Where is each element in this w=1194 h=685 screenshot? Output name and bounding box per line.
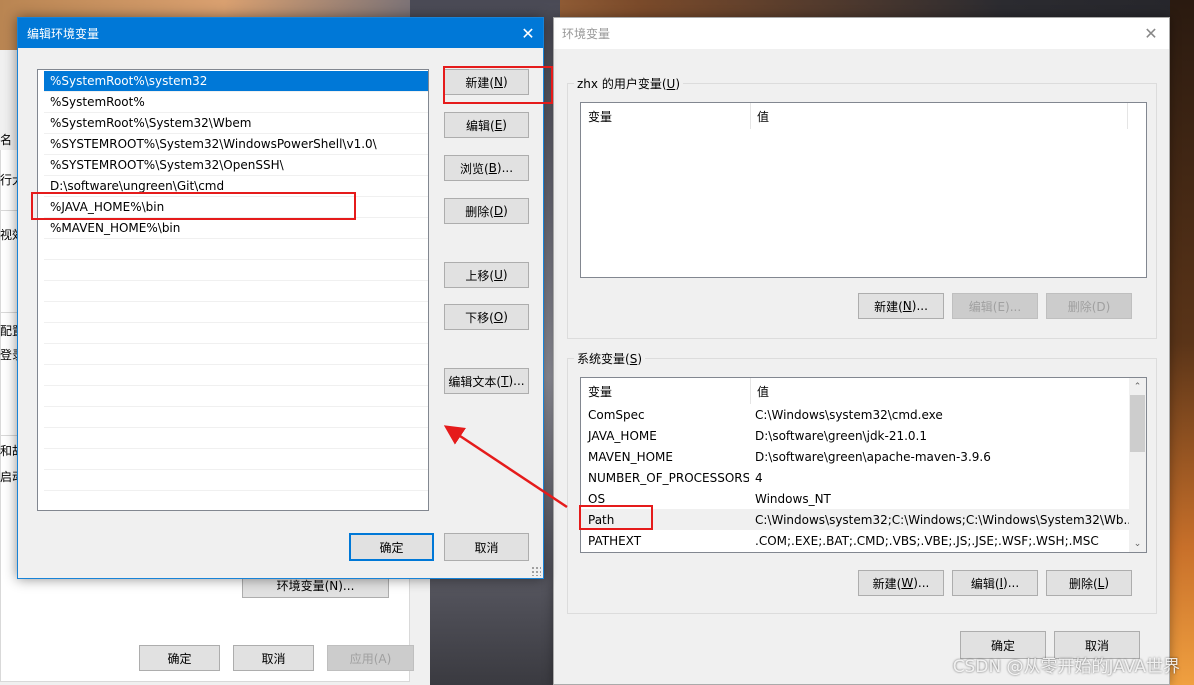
user-variables-group: zhx 的用户变量(U) 变量 值 新建(N)... 编辑(E)... 删除(D… (567, 75, 1157, 339)
empty-entry-row[interactable] (44, 323, 428, 344)
system-delete-button[interactable]: 删除(L) (1046, 570, 1132, 596)
path-entry[interactable]: %JAVA_HOME%\bin (44, 197, 428, 218)
variable-name: JAVA_HOME (588, 428, 657, 443)
system-variables-label: 系统变量(S) (574, 350, 645, 367)
system-variable-row[interactable]: NUMBER_OF_PROCESSORS 4 (581, 467, 1129, 488)
column-header-name[interactable]: 变量 (581, 103, 751, 129)
close-icon: ✕ (521, 23, 535, 43)
user-variables-label: zhx 的用户变量(U) (574, 75, 683, 92)
empty-entry-row[interactable] (44, 239, 428, 260)
edit-entry-button[interactable]: 编辑(E) (444, 112, 529, 138)
move-down-button[interactable]: 下移(O) (444, 304, 529, 330)
scroll-down-icon[interactable]: ⌄ (1129, 535, 1146, 552)
sysprops-cancel-button[interactable]: 取消 (233, 645, 314, 671)
scroll-up-icon[interactable]: ⌃ (1129, 378, 1146, 395)
variable-value: D:\software\green\apache-maven-3.9.6 (755, 449, 991, 464)
env-dialog-title: 环境变量 (562, 27, 611, 41)
column-header-value[interactable]: 值 (751, 103, 1128, 129)
edit-dialog-close-button[interactable]: ✕ (513, 18, 543, 48)
edit-cancel-button[interactable]: 取消 (444, 533, 529, 561)
edit-text-button[interactable]: 编辑文本(T)... (444, 368, 529, 394)
empty-entry-row[interactable] (44, 428, 428, 449)
system-variable-row[interactable]: PATHEXT .COM;.EXE;.BAT;.CMD;.VBS;.VBE;.JS… (581, 530, 1129, 551)
empty-entry-row[interactable] (44, 449, 428, 470)
variable-name: ComSpec (588, 407, 645, 422)
list-header: 变量 值 (581, 378, 1129, 404)
column-header-name[interactable]: 变量 (581, 378, 751, 404)
system-variable-row[interactable]: MAVEN_HOME D:\software\green\apache-maven… (581, 446, 1129, 467)
path-entry[interactable]: %SYSTEMROOT%\System32\OpenSSH\ (44, 155, 428, 176)
empty-entry-row[interactable] (44, 344, 428, 365)
scrollbar-thumb[interactable] (1130, 395, 1145, 452)
watermark: CSDN @从零开始的JAVA世界 (952, 657, 1180, 677)
sysprops-apply-button: 应用(A) (327, 645, 414, 671)
list-header: 变量 值 (581, 103, 1146, 129)
variable-value: D:\software\green\jdk-21.0.1 (755, 428, 928, 443)
empty-entry-row[interactable] (44, 491, 428, 510)
variable-name: Path (588, 512, 615, 527)
edit-ok-button[interactable]: 确定 (349, 533, 434, 561)
system-variable-row[interactable]: ComSpec C:\Windows\system32\cmd.exe (581, 404, 1129, 425)
column-header-value[interactable]: 值 (751, 378, 1129, 404)
variable-name: OS (588, 491, 606, 506)
path-entry[interactable]: D:\software\ungreen\Git\cmd (44, 176, 428, 197)
resize-grip[interactable] (531, 566, 541, 576)
sysprops-ok-button[interactable]: 确定 (139, 645, 220, 671)
env-dialog-close-button[interactable]: ✕ (1139, 18, 1163, 49)
variable-value: Windows_NT (755, 491, 831, 506)
variable-value: .COM;.EXE;.BAT;.CMD;.VBS;.VBE;.JS;.JSE;.… (755, 533, 1099, 548)
empty-entry-row[interactable] (44, 260, 428, 281)
variable-name: NUMBER_OF_PROCESSORS (588, 470, 749, 485)
path-entry[interactable]: %SystemRoot%\System32\Wbem (44, 113, 428, 134)
system-variable-row[interactable]: JAVA_HOME D:\software\green\jdk-21.0.1 (581, 425, 1129, 446)
system-variables-group: 系统变量(S) 变量 值 ComSpec C:\Windows\system32\… (567, 350, 1157, 614)
empty-entry-row[interactable] (44, 470, 428, 491)
empty-entry-row[interactable] (44, 302, 428, 323)
edit-environment-variable-dialog: 编辑环境变量 ✕ %SystemRoot%\system32 %SystemRoo… (17, 17, 544, 579)
empty-entry-row[interactable] (44, 281, 428, 302)
variable-value: C:\Windows\system32;C:\Windows;C:\Window… (755, 512, 1129, 527)
path-entries-list[interactable]: %SystemRoot%\system32 %SystemRoot% %System… (37, 69, 429, 511)
browse-button[interactable]: 浏览(B)... (444, 155, 529, 181)
move-up-button[interactable]: 上移(U) (444, 262, 529, 288)
system-variables-scrollbar[interactable]: ⌃ ⌄ (1129, 378, 1146, 552)
desktop-wallpaper-right (1170, 0, 1194, 685)
user-edit-button: 编辑(E)... (952, 293, 1038, 319)
new-entry-button[interactable]: 新建(N) (444, 69, 529, 95)
system-edit-button[interactable]: 编辑(I)... (952, 570, 1038, 596)
path-entry[interactable]: %SYSTEMROOT%\System32\WindowsPowerShell\… (44, 134, 428, 155)
environment-variables-dialog: 环境变量 ✕ zhx 的用户变量(U) 变量 值 新建(N)... 编辑(E).… (553, 17, 1170, 685)
system-variable-row[interactable]: Path C:\Windows\system32;C:\Windows;C:\Wi… (581, 509, 1129, 530)
variable-name: PATHEXT (588, 533, 642, 548)
edit-dialog-title: 编辑环境变量 (27, 26, 100, 41)
path-entry[interactable]: %SystemRoot% (44, 92, 428, 113)
edit-dialog-titlebar: 编辑环境变量 ✕ (18, 18, 543, 48)
path-entry[interactable]: %SystemRoot%\system32 (44, 71, 428, 92)
system-new-button[interactable]: 新建(W)... (858, 570, 944, 596)
empty-entry-row[interactable] (44, 386, 428, 407)
variable-value: 4 (755, 470, 763, 485)
close-icon: ✕ (1144, 24, 1158, 43)
variable-name: MAVEN_HOME (588, 449, 673, 464)
delete-entry-button[interactable]: 删除(D) (444, 198, 529, 224)
system-variable-row[interactable]: OS Windows_NT (581, 488, 1129, 509)
empty-entry-row[interactable] (44, 407, 428, 428)
user-variables-list[interactable]: 变量 值 (580, 102, 1147, 278)
variable-value: C:\Windows\system32\cmd.exe (755, 407, 943, 422)
user-delete-button: 删除(D) (1046, 293, 1132, 319)
system-variables-list[interactable]: 变量 值 ComSpec C:\Windows\system32\cmd.exe J… (580, 377, 1147, 553)
empty-entry-row[interactable] (44, 365, 428, 386)
user-new-button[interactable]: 新建(N)... (858, 293, 944, 319)
path-entry[interactable]: %MAVEN_HOME%\bin (44, 218, 428, 239)
env-dialog-titlebar: 环境变量 ✕ (554, 18, 1169, 49)
